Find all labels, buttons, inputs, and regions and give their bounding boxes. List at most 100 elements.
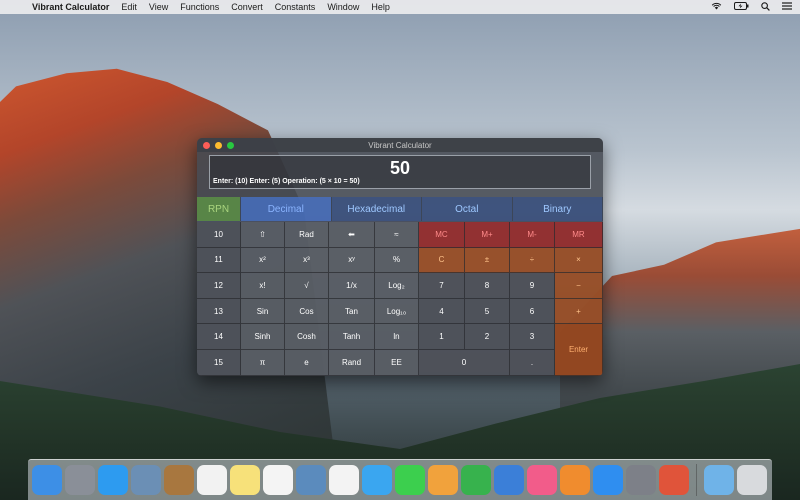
function-key[interactable]: 1/x <box>329 273 375 299</box>
app-store-icon[interactable] <box>593 465 623 495</box>
numbers-icon[interactable] <box>461 465 491 495</box>
memory-key-mplus[interactable]: M+ <box>465 222 510 248</box>
control-key[interactable]: × <box>555 247 603 274</box>
menu-edit[interactable]: Edit <box>121 2 137 12</box>
wifi-icon[interactable] <box>711 2 722 12</box>
tab-rpn[interactable]: RPN <box>197 197 241 221</box>
menu-bar: Vibrant Calculator Edit View Functions C… <box>0 0 800 14</box>
function-key[interactable]: Log₂ <box>375 273 419 299</box>
tab-octal[interactable]: Octal <box>422 197 513 221</box>
stack-key-15[interactable]: 15 <box>197 350 241 376</box>
finder-icon[interactable] <box>32 465 62 495</box>
pages-icon[interactable] <box>428 465 458 495</box>
menu-help[interactable]: Help <box>371 2 390 12</box>
memory-key-mminus[interactable]: M- <box>510 222 555 248</box>
function-key[interactable]: Log₁₀ <box>375 298 419 325</box>
function-key[interactable]: Rand <box>329 350 375 376</box>
tab-hexadecimal[interactable]: Hexadecimal <box>331 197 422 221</box>
function-key[interactable]: ln <box>375 324 419 350</box>
vibrant-calculator-icon[interactable] <box>659 465 689 495</box>
control-key[interactable]: ÷ <box>510 247 555 274</box>
search-icon[interactable] <box>761 1 770 13</box>
digit-key-7[interactable]: 7 <box>419 273 465 299</box>
system-preferences-icon[interactable] <box>626 465 656 495</box>
dock <box>28 459 772 500</box>
status-icons <box>711 1 792 13</box>
function-key[interactable]: π <box>241 350 285 376</box>
itunes-icon[interactable] <box>527 465 557 495</box>
ibooks-icon[interactable] <box>560 465 590 495</box>
enter-key[interactable]: Enter <box>555 324 603 376</box>
window-titlebar[interactable]: Vibrant Calculator <box>197 138 603 152</box>
menu-functions[interactable]: Functions <box>180 2 219 12</box>
menu-window[interactable]: Window <box>327 2 359 12</box>
control-key[interactable]: ± <box>465 247 510 274</box>
reminders-icon[interactable] <box>263 465 293 495</box>
display-history: Enter: (10) Enter: (5) Operation: (5 × 1… <box>213 178 360 185</box>
messages-icon[interactable] <box>362 465 392 495</box>
decimal-point-key[interactable]: . <box>510 350 555 376</box>
function-key[interactable]: ⬅ <box>329 222 375 248</box>
menu-view[interactable]: View <box>149 2 168 12</box>
function-key[interactable]: Sin <box>241 298 285 325</box>
memory-key-mr[interactable]: MR <box>555 222 603 248</box>
function-key[interactable]: Cos <box>285 298 329 325</box>
tab-decimal[interactable]: Decimal <box>241 197 332 221</box>
function-key[interactable]: Sinh <box>241 324 285 350</box>
function-key[interactable]: x² <box>241 247 285 274</box>
tab-binary[interactable]: Binary <box>512 197 603 221</box>
digit-key-3[interactable]: 3 <box>510 324 555 350</box>
function-key[interactable]: EE <box>375 350 419 376</box>
function-key[interactable]: Cosh <box>285 324 329 350</box>
function-key[interactable]: Rad <box>285 222 329 248</box>
trash-icon[interactable] <box>737 465 767 495</box>
window-title: Vibrant Calculator <box>368 140 432 150</box>
photos-icon[interactable] <box>329 465 359 495</box>
notes-icon[interactable] <box>230 465 260 495</box>
stack-key-13[interactable]: 13 <box>197 298 241 325</box>
control-key[interactable]: C <box>419 247 465 274</box>
calculator-window: Vibrant Calculator 50 Enter: (10) Enter:… <box>197 138 603 376</box>
stack-key-12[interactable]: 12 <box>197 273 241 299</box>
stack-key-10[interactable]: 10 <box>197 222 241 248</box>
function-key[interactable]: ≈ <box>375 222 419 248</box>
plus-key[interactable]: + <box>555 298 603 325</box>
digit-key-9[interactable]: 9 <box>510 273 555 299</box>
function-key[interactable]: % <box>375 247 419 274</box>
downloads-folder-icon[interactable] <box>704 465 734 495</box>
calendar-icon[interactable] <box>197 465 227 495</box>
calculator-display: 50 Enter: (10) Enter: (5) Operation: (5 … <box>209 155 591 189</box>
function-key[interactable]: √ <box>285 273 329 299</box>
function-key[interactable]: Tan <box>329 298 375 325</box>
digit-key-6[interactable]: 6 <box>510 298 555 325</box>
app-name-menu[interactable]: Vibrant Calculator <box>32 2 109 12</box>
menu-constants[interactable]: Constants <box>275 2 316 12</box>
function-key[interactable]: x! <box>241 273 285 299</box>
facetime-icon[interactable] <box>395 465 425 495</box>
digit-key-2[interactable]: 2 <box>465 324 510 350</box>
function-key[interactable]: x³ <box>285 247 329 274</box>
function-key[interactable]: xʸ <box>329 247 375 274</box>
base-tabs: RPN Decimal Hexadecimal Octal Binary <box>197 197 603 222</box>
stack-key-11[interactable]: 11 <box>197 247 241 274</box>
contacts-icon[interactable] <box>164 465 194 495</box>
memory-key-mc[interactable]: MC <box>419 222 465 248</box>
photo-booth-icon[interactable] <box>296 465 326 495</box>
digit-key-5[interactable]: 5 <box>465 298 510 325</box>
minus-key[interactable]: − <box>555 273 603 299</box>
stack-key-14[interactable]: 14 <box>197 324 241 350</box>
list-icon[interactable] <box>782 2 792 12</box>
launchpad-icon[interactable] <box>65 465 95 495</box>
preview-icon[interactable] <box>131 465 161 495</box>
digit-key-8[interactable]: 8 <box>465 273 510 299</box>
menu-convert[interactable]: Convert <box>231 2 263 12</box>
safari-icon[interactable] <box>98 465 128 495</box>
keynote-icon[interactable] <box>494 465 524 495</box>
function-key[interactable]: Tanh <box>329 324 375 350</box>
battery-icon[interactable] <box>734 2 749 12</box>
function-key[interactable]: ⇧ <box>241 222 285 248</box>
digit-key-1[interactable]: 1 <box>419 324 465 350</box>
function-key[interactable]: e <box>285 350 329 376</box>
digit-key-0[interactable]: 0 <box>419 350 510 376</box>
digit-key-4[interactable]: 4 <box>419 298 465 325</box>
